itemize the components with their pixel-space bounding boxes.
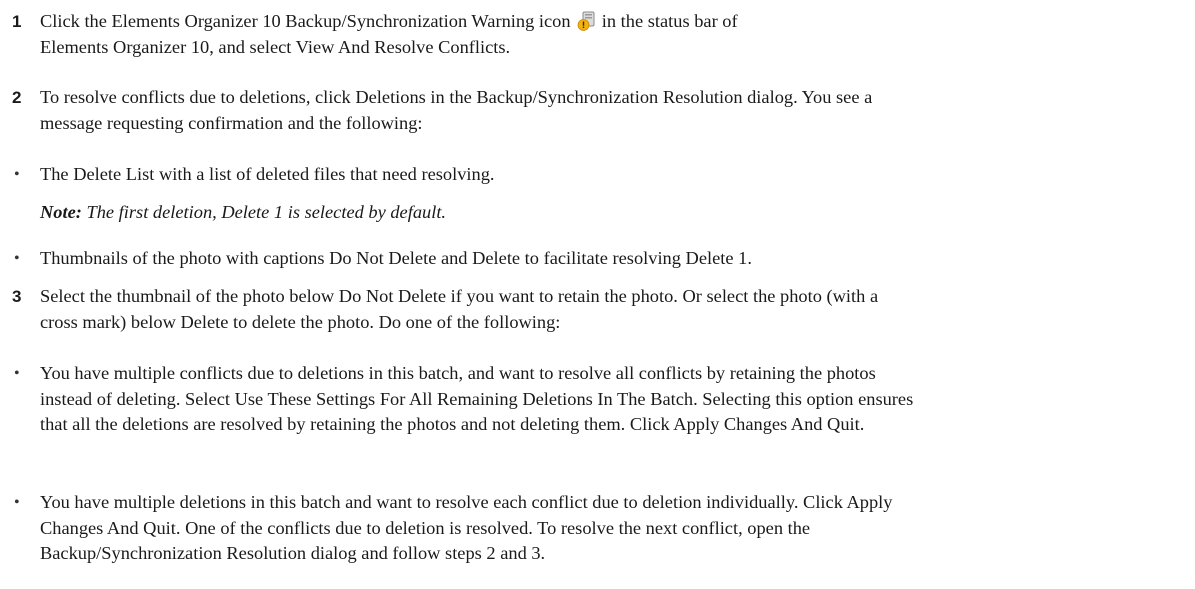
bullet-line: You have multiple conflicts due to delet… — [40, 363, 876, 383]
step-number: 2 — [12, 88, 22, 107]
bullet-line: You have multiple deletions in this batc… — [40, 492, 893, 512]
step-line: Elements Organizer 10, and select View A… — [40, 36, 511, 57]
step-line: Click the Elements Organizer 10 Backup/S… — [40, 9, 1180, 35]
instruction-document: 1 Click the Elements Organizer 10 Backup… — [0, 0, 1195, 589]
step-line: cross mark) below Delete to delete the p… — [40, 311, 561, 332]
bullet-line: that all the deletions are resolved by r… — [40, 414, 865, 434]
bullet-marker: • — [14, 166, 20, 183]
bullet-line: Backup/Synchronization Resolution dialog… — [40, 543, 546, 563]
step-text: Click the Elements Organizer 10 Backup/S… — [40, 9, 1180, 60]
bullet-marker: • — [14, 365, 20, 382]
bullet-marker: • — [14, 494, 20, 511]
step-line: Select the thumbnail of the photo below … — [40, 286, 879, 306]
step-text: Select the thumbnail of the photo below … — [40, 284, 1180, 335]
bullet-line: Thumbnails of the photo with captions Do… — [40, 248, 752, 268]
note-label: Note: — [40, 202, 82, 222]
bullet-text: Thumbnails of the photo with captions Do… — [40, 246, 1180, 272]
step-line: To resolve conflicts due to deletions, c… — [40, 87, 873, 107]
bullet-marker: • — [14, 250, 20, 267]
bullet-text: You have multiple conflicts due to delet… — [40, 361, 1180, 438]
step-text: To resolve conflicts due to deletions, c… — [40, 85, 1180, 136]
bullet-line: Changes And Quit. One of the conflicts d… — [40, 517, 811, 538]
step-number: 1 — [12, 12, 22, 31]
step-text-segment: in the status bar of — [601, 11, 738, 31]
backup-warning-icon — [577, 11, 595, 31]
bullet-line: The Delete List with a list of deleted f… — [40, 164, 495, 184]
bullet-text: You have multiple deletions in this batc… — [40, 490, 1180, 567]
bullet-line: instead of deleting. Select Use These Se… — [40, 388, 914, 409]
note-line: Note: The first deletion, Delete 1 is se… — [40, 200, 1180, 226]
note-body: The first deletion, Delete 1 is selected… — [81, 202, 447, 222]
step-number: 3 — [12, 287, 22, 306]
step-line: message requesting confirmation and the … — [40, 112, 423, 133]
step-text-segment: Click the Elements Organizer 10 Backup/S… — [40, 11, 571, 31]
bullet-text: The Delete List with a list of deleted f… — [40, 162, 1180, 188]
note-text: Note: The first deletion, Delete 1 is se… — [40, 200, 1180, 226]
